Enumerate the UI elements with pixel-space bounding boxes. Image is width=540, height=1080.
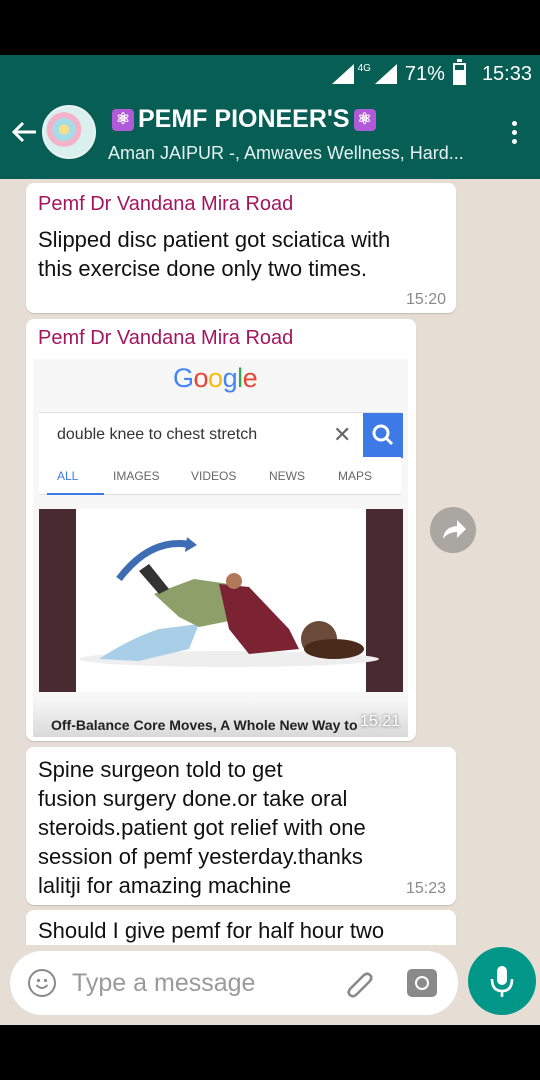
top-black-bar: [0, 0, 540, 55]
message-text: Should I give pemf for half hour two: [38, 918, 385, 943]
group-name: PEMF PIONEER'S: [138, 105, 350, 133]
message-text: Spine surgeon told to get fusion surgery…: [38, 755, 366, 900]
search-icon: [363, 413, 403, 458]
message-bubble[interactable]: Pemf Dr Vandana Mira Road Slipped disc p…: [26, 183, 456, 313]
image-message-bubble[interactable]: Pemf Dr Vandana Mira Road Google double …: [26, 319, 416, 741]
result-caption: Off-Balance Core Moves, A Whole New Way …: [51, 717, 358, 733]
tab-images: IMAGES: [113, 469, 160, 483]
back-arrow-icon[interactable]: [10, 115, 38, 155]
camera-icon[interactable]: [407, 969, 437, 997]
google-logo: Google: [173, 363, 258, 393]
message-line: steroids.patient got relief with one: [38, 815, 366, 840]
shared-image[interactable]: Google double knee to chest stretch ✕ AL…: [33, 359, 408, 737]
message-line: fusion surgery done.or take oral: [38, 786, 348, 811]
atom-emoji-icon: ⚛: [353, 109, 376, 132]
message-text: Slipped disc patient got sciatica with t…: [38, 225, 390, 283]
attachment-icon[interactable]: [342, 967, 376, 1001]
google-tabs: ALL IMAGES VIDEOS NEWS MAPS: [39, 457, 401, 495]
clock: 15:33: [481, 62, 532, 85]
group-members[interactable]: Aman JAIPUR -, Amwaves Wellness, Hard...: [108, 143, 464, 164]
microphone-icon: [490, 966, 514, 997]
search-query: double knee to chest stretch: [57, 426, 258, 443]
bottom-black-bar: [0, 1025, 540, 1080]
message-input[interactable]: Type a message: [10, 951, 458, 1015]
battery-percent: 71%: [404, 62, 445, 85]
tab-maps: MAPS: [338, 469, 373, 483]
message-time: 15:23: [405, 880, 446, 897]
tab-videos: VIDEOS: [191, 469, 237, 483]
stretch-photo: [39, 509, 403, 692]
network-type: 4G: [357, 62, 371, 74]
image-time: 15:21: [359, 713, 400, 730]
message-line: Spine surgeon told to get: [38, 757, 283, 782]
group-avatar[interactable]: [42, 105, 96, 159]
message-placeholder: Type a message: [72, 969, 256, 997]
microphone-button[interactable]: [468, 947, 536, 1015]
more-options-icon[interactable]: [512, 121, 518, 148]
forward-icon[interactable]: [430, 507, 476, 553]
message-line: session of pemf yesterday.thanks: [38, 844, 363, 869]
emoji-icon[interactable]: [28, 969, 56, 997]
active-tab-indicator: [47, 493, 104, 495]
message-time: 15:20: [405, 291, 446, 308]
chat-area[interactable]: Pemf Dr Vandana Mira Road Slipped disc p…: [0, 179, 540, 945]
google-search-box: double knee to chest stretch ✕: [39, 412, 403, 458]
status-bar: 4G 71% 15:33: [0, 55, 540, 93]
message-bubble[interactable]: Spine surgeon told to get fusion surgery…: [26, 747, 456, 905]
message-bubble[interactable]: Should I give pemf for half hour two: [26, 910, 456, 945]
atom-emoji-icon: ⚛: [112, 109, 134, 132]
sender-name[interactable]: Pemf Dr Vandana Mira Road: [38, 327, 293, 350]
tab-all: ALL: [57, 469, 79, 483]
message-line: this exercise done only two times.: [38, 256, 367, 281]
sender-name[interactable]: Pemf Dr Vandana Mira Road: [38, 193, 293, 216]
message-composer: Type a message: [0, 945, 540, 1025]
message-line: lalitji for amazing machine: [38, 873, 292, 898]
knee-to-chest-illustration: [79, 537, 379, 667]
message-line: Slipped disc patient got sciatica with: [38, 227, 391, 252]
clear-icon: ✕: [333, 422, 352, 447]
group-title[interactable]: ⚛ PEMF PIONEER'S ⚛: [108, 105, 380, 134]
tab-news: NEWS: [269, 469, 305, 483]
battery-icon: [452, 59, 466, 85]
chat-header: ⚛ PEMF PIONEER'S ⚛ Aman JAIPUR -, Amwaves …: [0, 93, 540, 179]
signal-icon: 4G: [331, 62, 397, 84]
